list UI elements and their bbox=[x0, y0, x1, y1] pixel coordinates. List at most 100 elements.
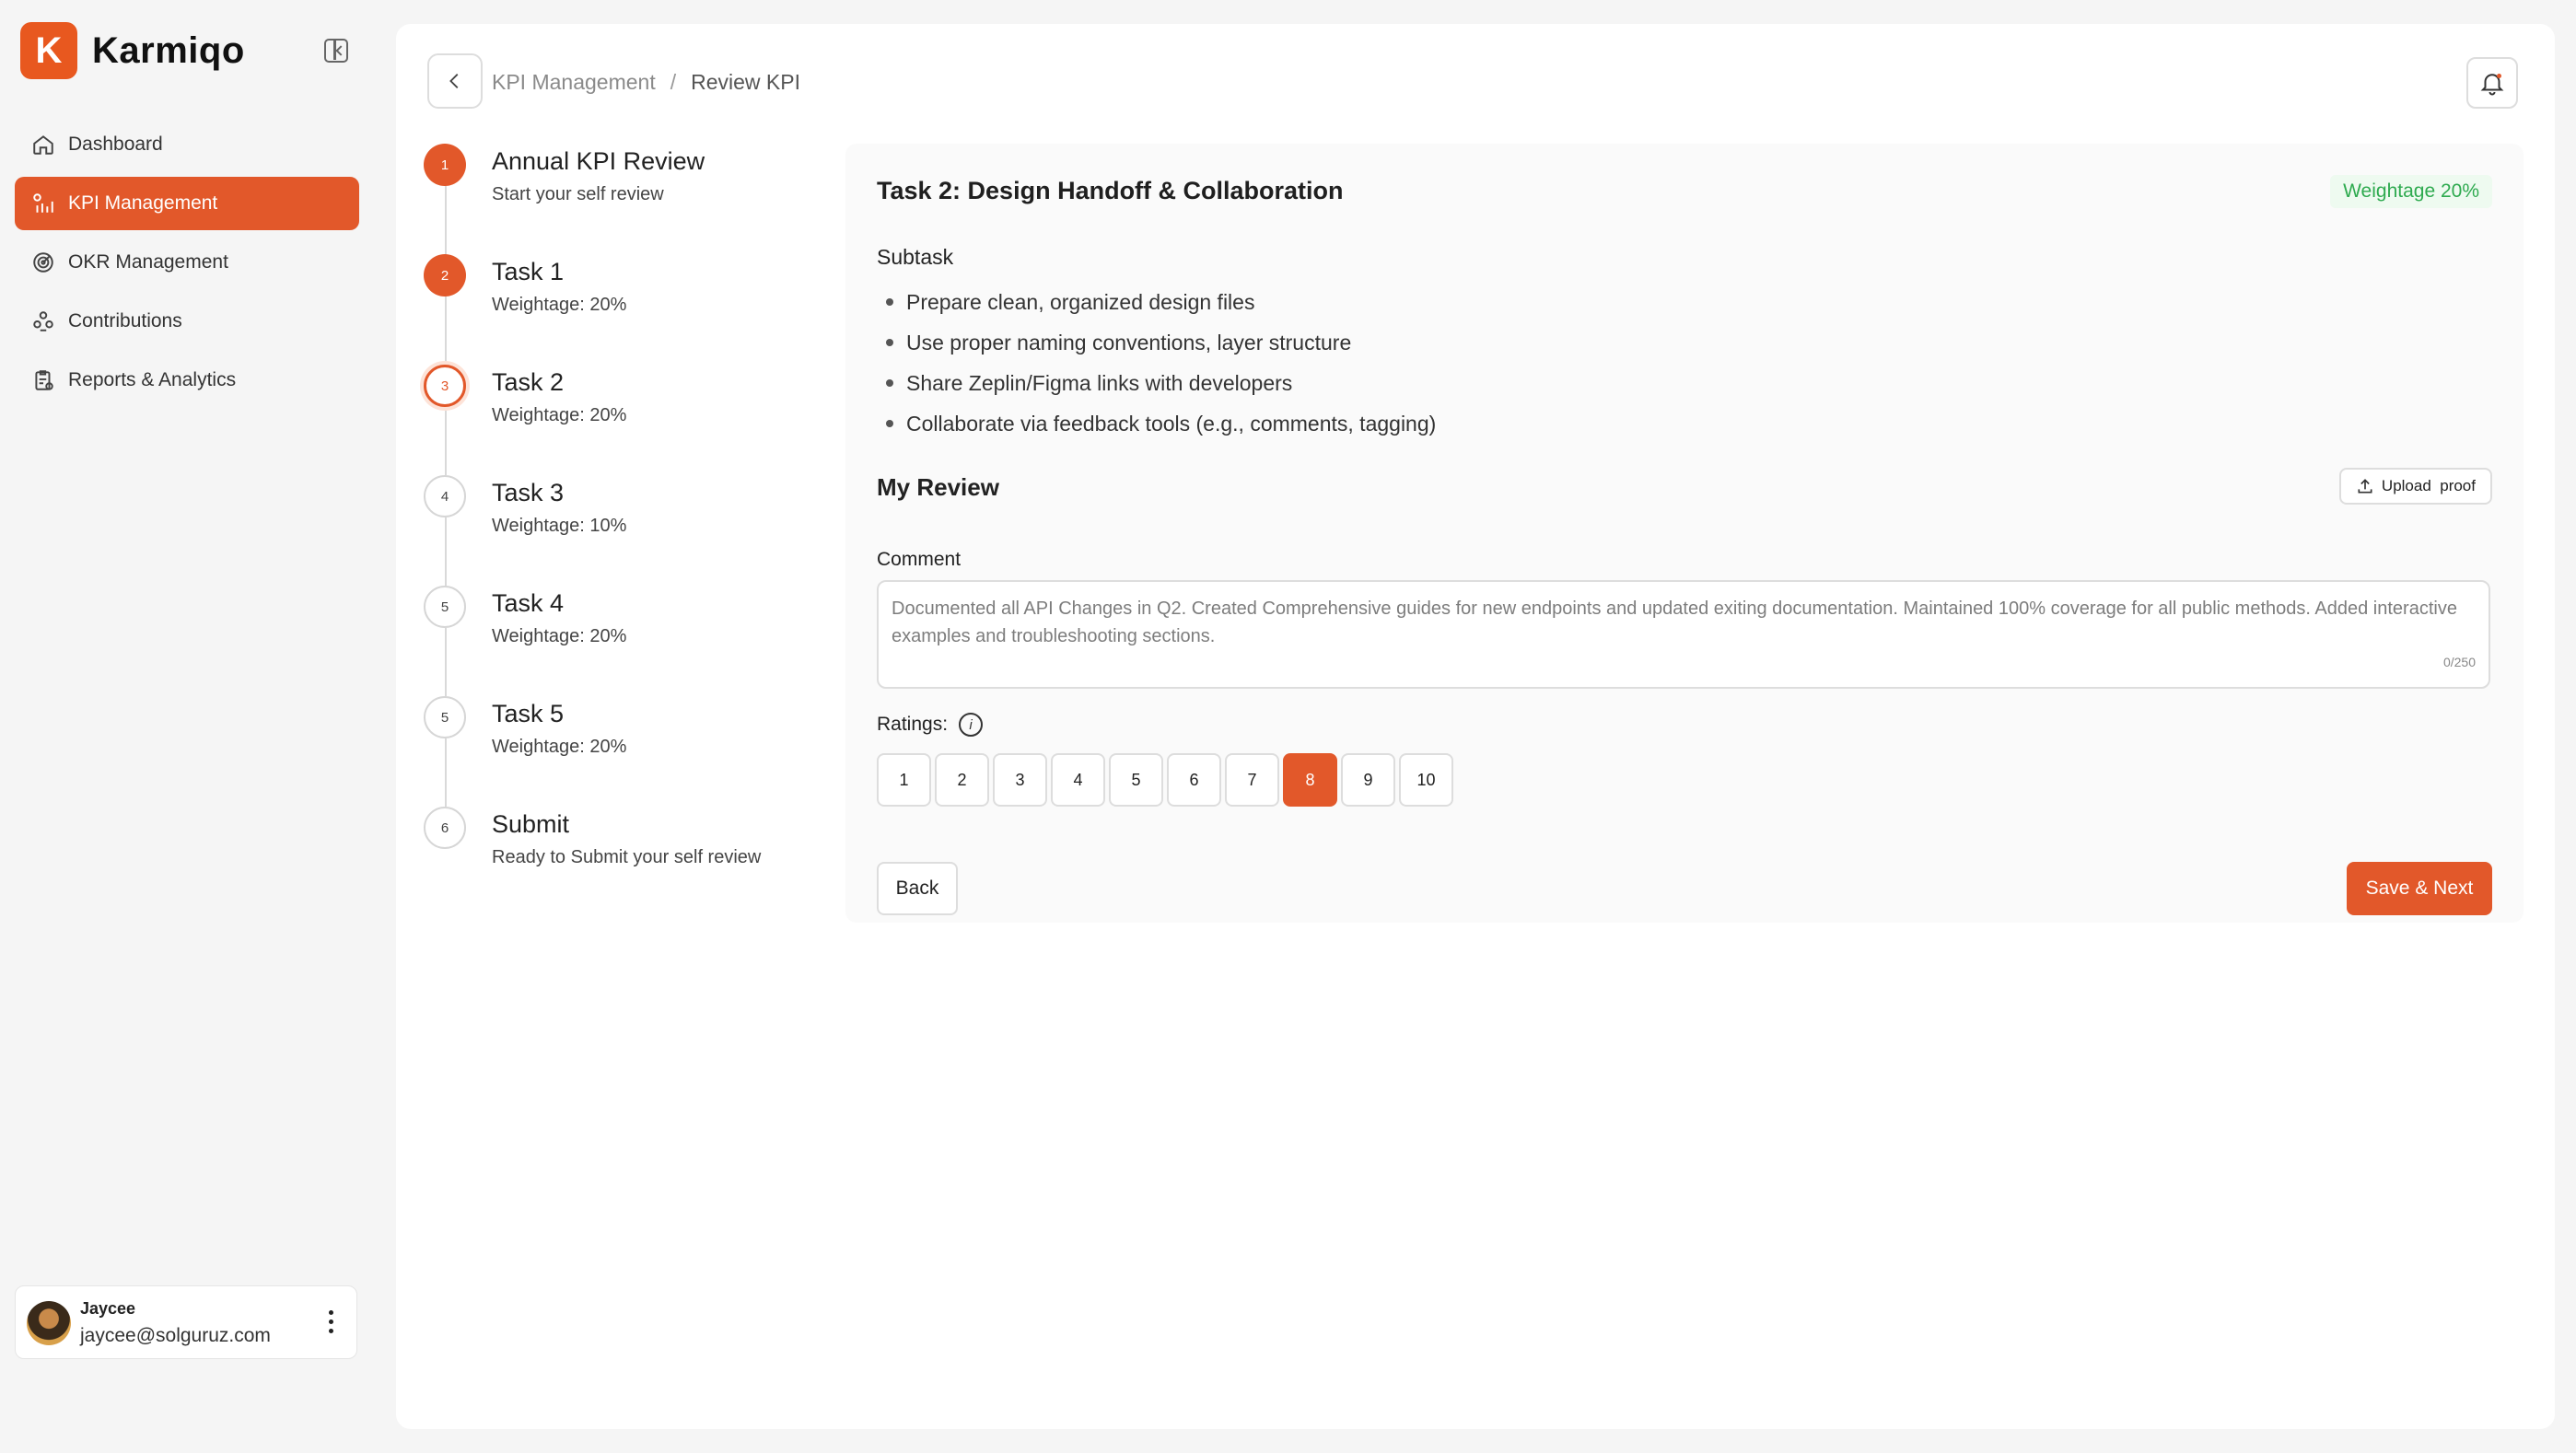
more-options-icon[interactable] bbox=[329, 1310, 334, 1338]
rating-option-9[interactable]: 9 bbox=[1341, 753, 1395, 807]
sidebar-item-label: KPI Management bbox=[68, 192, 218, 214]
rating-option-8[interactable]: 8 bbox=[1283, 753, 1337, 807]
step-connector bbox=[445, 628, 447, 696]
rating-selector: 1 2 3 4 5 6 7 8 9 10 bbox=[877, 753, 1453, 807]
step-connector bbox=[445, 738, 447, 807]
sidebar: K Karmiqo Dashboard KPI Management OKR M… bbox=[0, 0, 378, 1453]
step-number: 5 bbox=[424, 696, 466, 738]
back-button[interactable]: Back bbox=[877, 862, 958, 915]
step-number: 3 bbox=[424, 365, 466, 407]
breadcrumb-review-kpi: Review KPI bbox=[691, 70, 800, 94]
brand-name: Karmiqo bbox=[92, 29, 245, 71]
rating-option-4[interactable]: 4 bbox=[1051, 753, 1105, 807]
comment-label: Comment bbox=[877, 549, 962, 570]
sidebar-nav: Dashboard KPI Management OKR Management … bbox=[15, 118, 359, 413]
step-title: Task 1 bbox=[492, 258, 565, 285]
logo-mark: K bbox=[20, 22, 77, 79]
breadcrumb-kpi-management[interactable]: KPI Management bbox=[492, 70, 656, 95]
rating-option-1[interactable]: 1 bbox=[877, 753, 931, 807]
character-counter: 0/250 bbox=[2442, 655, 2476, 669]
collapse-sidebar-icon[interactable] bbox=[324, 39, 348, 63]
bell-icon bbox=[2480, 74, 2504, 96]
sidebar-item-label: OKR Management bbox=[68, 251, 228, 273]
sidebar-item-label: Contributions bbox=[68, 310, 182, 331]
user-profile-card[interactable]: Jaycee jaycee@solguruz.com bbox=[15, 1285, 357, 1359]
upload-proof-button[interactable]: Upload proof bbox=[2338, 468, 2492, 505]
rating-option-5[interactable]: 5 bbox=[1109, 753, 1163, 807]
step-subtitle: Weightage: 20% bbox=[492, 626, 627, 646]
task-title: Task 2: Design Handoff & Collaboration bbox=[877, 177, 1344, 204]
step-submit[interactable]: 6 Submit Ready to Submit your self revie… bbox=[424, 807, 838, 917]
rating-option-7[interactable]: 7 bbox=[1225, 753, 1279, 807]
step-number: 1 bbox=[424, 144, 466, 186]
rating-option-6[interactable]: 6 bbox=[1167, 753, 1221, 807]
notifications-button[interactable] bbox=[2466, 57, 2518, 109]
step-task-4[interactable]: 5 Task 4 Weightage: 20% bbox=[424, 586, 838, 696]
bullet-icon bbox=[886, 379, 893, 387]
step-subtitle: Weightage: 20% bbox=[492, 737, 627, 757]
avatar bbox=[27, 1301, 71, 1345]
ratings-label: Ratings: bbox=[877, 714, 949, 735]
subtask-item: Use proper naming conventions, layer str… bbox=[877, 322, 1436, 363]
upload-icon bbox=[2358, 479, 2372, 494]
step-task-2[interactable]: 3 Task 2 Weightage: 20% bbox=[424, 365, 838, 475]
sidebar-item-label: Dashboard bbox=[68, 134, 163, 155]
subtask-text: Use proper naming conventions, layer str… bbox=[906, 330, 1352, 355]
subtask-item: Share Zeplin/Figma links with developers bbox=[877, 363, 1436, 403]
ratings-label-row: Ratings: i bbox=[877, 713, 984, 737]
kpi-chart-icon bbox=[31, 192, 55, 215]
step-title: Task 5 bbox=[492, 700, 565, 727]
subtask-text: Share Zeplin/Figma links with developers bbox=[906, 370, 1293, 395]
people-icon bbox=[31, 309, 55, 333]
sidebar-item-okr-management[interactable]: OKR Management bbox=[15, 236, 359, 289]
step-title: Task 4 bbox=[492, 589, 565, 617]
bullet-icon bbox=[886, 298, 893, 306]
step-subtitle: Start your self review bbox=[492, 184, 664, 204]
info-icon[interactable]: i bbox=[959, 713, 984, 737]
subtask-text: Collaborate via feedback tools (e.g., co… bbox=[906, 411, 1437, 436]
step-number: 5 bbox=[424, 586, 466, 628]
rating-option-10[interactable]: 10 bbox=[1399, 753, 1453, 807]
step-connector bbox=[445, 517, 447, 586]
rating-option-3[interactable]: 3 bbox=[993, 753, 1047, 807]
weightage-badge: Weightage 20% bbox=[2330, 175, 2492, 208]
step-annual-kpi-review[interactable]: 1 Annual KPI Review Start your self revi… bbox=[424, 144, 838, 254]
main-panel: KPI Management / Review KPI 1 Annual KPI… bbox=[396, 24, 2555, 1429]
sidebar-item-reports-analytics[interactable]: Reports & Analytics bbox=[15, 354, 359, 407]
step-title: Task 3 bbox=[492, 479, 565, 506]
report-icon bbox=[31, 368, 55, 392]
sidebar-item-dashboard[interactable]: Dashboard bbox=[15, 118, 359, 171]
step-title: Annual KPI Review bbox=[492, 147, 705, 175]
sidebar-item-kpi-management[interactable]: KPI Management bbox=[15, 177, 359, 230]
sidebar-item-label: Reports & Analytics bbox=[68, 369, 237, 390]
step-title: Submit bbox=[492, 810, 570, 838]
subtask-item: Collaborate via feedback tools (e.g., co… bbox=[877, 403, 1436, 444]
review-stepper: 1 Annual KPI Review Start your self revi… bbox=[424, 144, 838, 917]
step-connector bbox=[445, 296, 447, 365]
rating-option-2[interactable]: 2 bbox=[935, 753, 989, 807]
my-review-heading: My Review bbox=[877, 473, 999, 501]
step-subtitle: Ready to Submit your self review bbox=[492, 847, 762, 867]
step-subtitle: Weightage: 10% bbox=[492, 516, 627, 536]
comment-textarea[interactable]: Documented all API Changes in Q2. Create… bbox=[877, 580, 2490, 689]
step-connector bbox=[445, 186, 447, 254]
step-number: 4 bbox=[424, 475, 466, 517]
back-navigation-button[interactable] bbox=[427, 53, 483, 109]
sidebar-item-contributions[interactable]: Contributions bbox=[15, 295, 359, 348]
subtask-list: Prepare clean, organized design files Us… bbox=[877, 282, 1436, 444]
save-next-button[interactable]: Save & Next bbox=[2347, 862, 2492, 915]
target-icon bbox=[31, 250, 55, 274]
step-task-5[interactable]: 5 Task 5 Weightage: 20% bbox=[424, 696, 838, 807]
comment-text: Documented all API Changes in Q2. Create… bbox=[892, 599, 2457, 646]
step-task-3[interactable]: 4 Task 3 Weightage: 10% bbox=[424, 475, 838, 586]
step-number: 2 bbox=[424, 254, 466, 296]
step-subtitle: Weightage: 20% bbox=[492, 295, 627, 315]
step-title: Task 2 bbox=[492, 368, 565, 396]
brand-logo[interactable]: K Karmiqo bbox=[20, 22, 245, 79]
step-task-1[interactable]: 2 Task 1 Weightage: 20% bbox=[424, 254, 838, 365]
user-email: jaycee@solguruz.com bbox=[80, 1325, 271, 1346]
task-review-card: Task 2: Design Handoff & Collaboration W… bbox=[845, 144, 2524, 923]
bullet-icon bbox=[886, 420, 893, 427]
step-number: 6 bbox=[424, 807, 466, 849]
step-connector bbox=[445, 407, 447, 475]
